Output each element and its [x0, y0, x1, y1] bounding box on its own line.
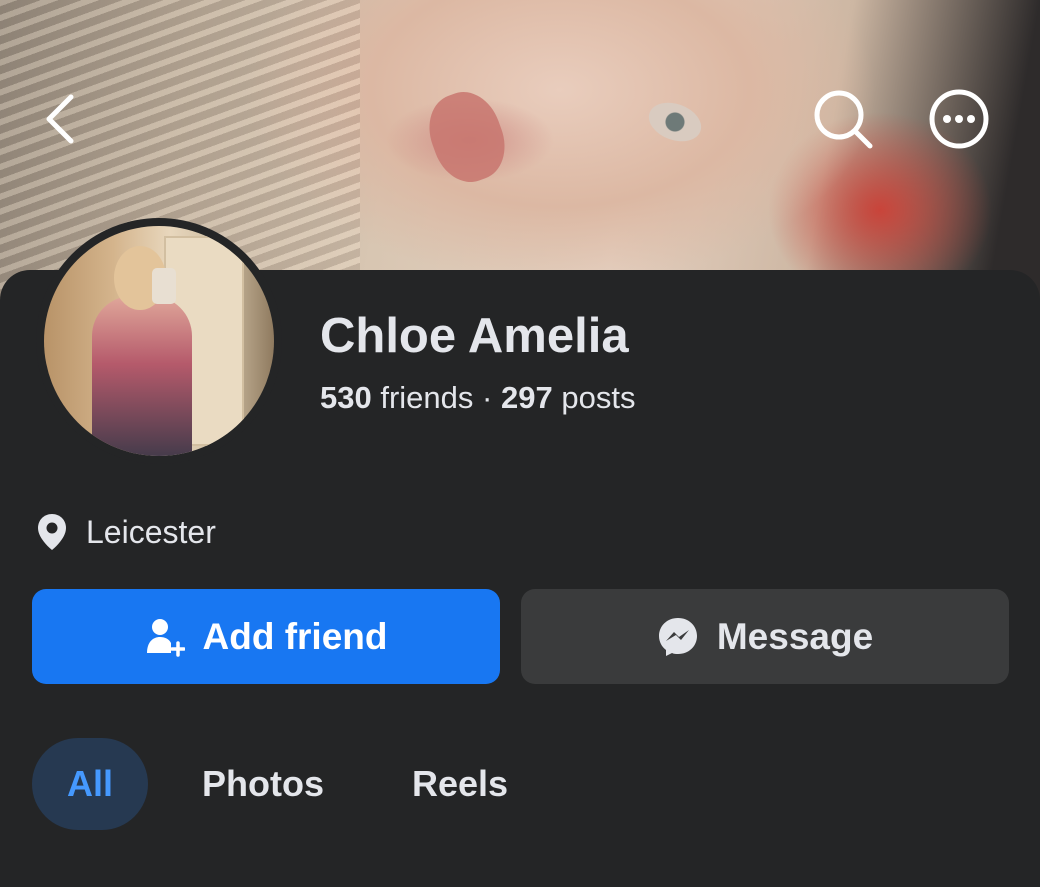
friends-count[interactable]: 530	[320, 380, 372, 415]
more-options-button[interactable]	[928, 88, 990, 150]
tab-photos[interactable]: Photos	[202, 763, 324, 805]
avatar-phone-shape	[152, 268, 176, 304]
more-options-icon	[929, 89, 989, 149]
message-label: Message	[716, 615, 874, 657]
location-pin-icon	[38, 514, 66, 550]
tab-all[interactable]: All	[32, 738, 148, 830]
add-friend-button[interactable]: Add friend	[32, 589, 500, 684]
friends-label[interactable]: friends	[380, 380, 473, 415]
posts-count: 297	[500, 380, 553, 415]
messenger-icon	[658, 617, 697, 656]
profile-screen: Chloe Amelia 530 friends · 297 posts Lei…	[0, 0, 1040, 887]
profile-tabs: All Photos Reels	[32, 738, 508, 830]
chevron-left-icon	[46, 94, 74, 144]
profile-name: Chloe Amelia	[320, 309, 629, 363]
search-icon	[814, 90, 873, 149]
location-row: Leicester	[36, 512, 216, 552]
add-friend-label: Add friend	[202, 615, 388, 657]
cover-eye-shape	[643, 95, 707, 149]
cover-lips-shape	[418, 82, 516, 192]
search-button[interactable]	[812, 88, 874, 150]
posts-label: posts	[561, 380, 636, 415]
avatar[interactable]	[44, 226, 274, 456]
avatar-body-shape	[92, 296, 192, 456]
profile-stats: 530 friends · 297 posts	[320, 380, 635, 416]
back-button[interactable]	[30, 88, 92, 150]
message-button[interactable]: Message	[521, 589, 1009, 684]
stats-separator: ·	[482, 380, 493, 415]
add-person-icon	[146, 618, 185, 657]
location-text: Leicester	[86, 513, 216, 550]
tab-reels[interactable]: Reels	[412, 763, 508, 805]
